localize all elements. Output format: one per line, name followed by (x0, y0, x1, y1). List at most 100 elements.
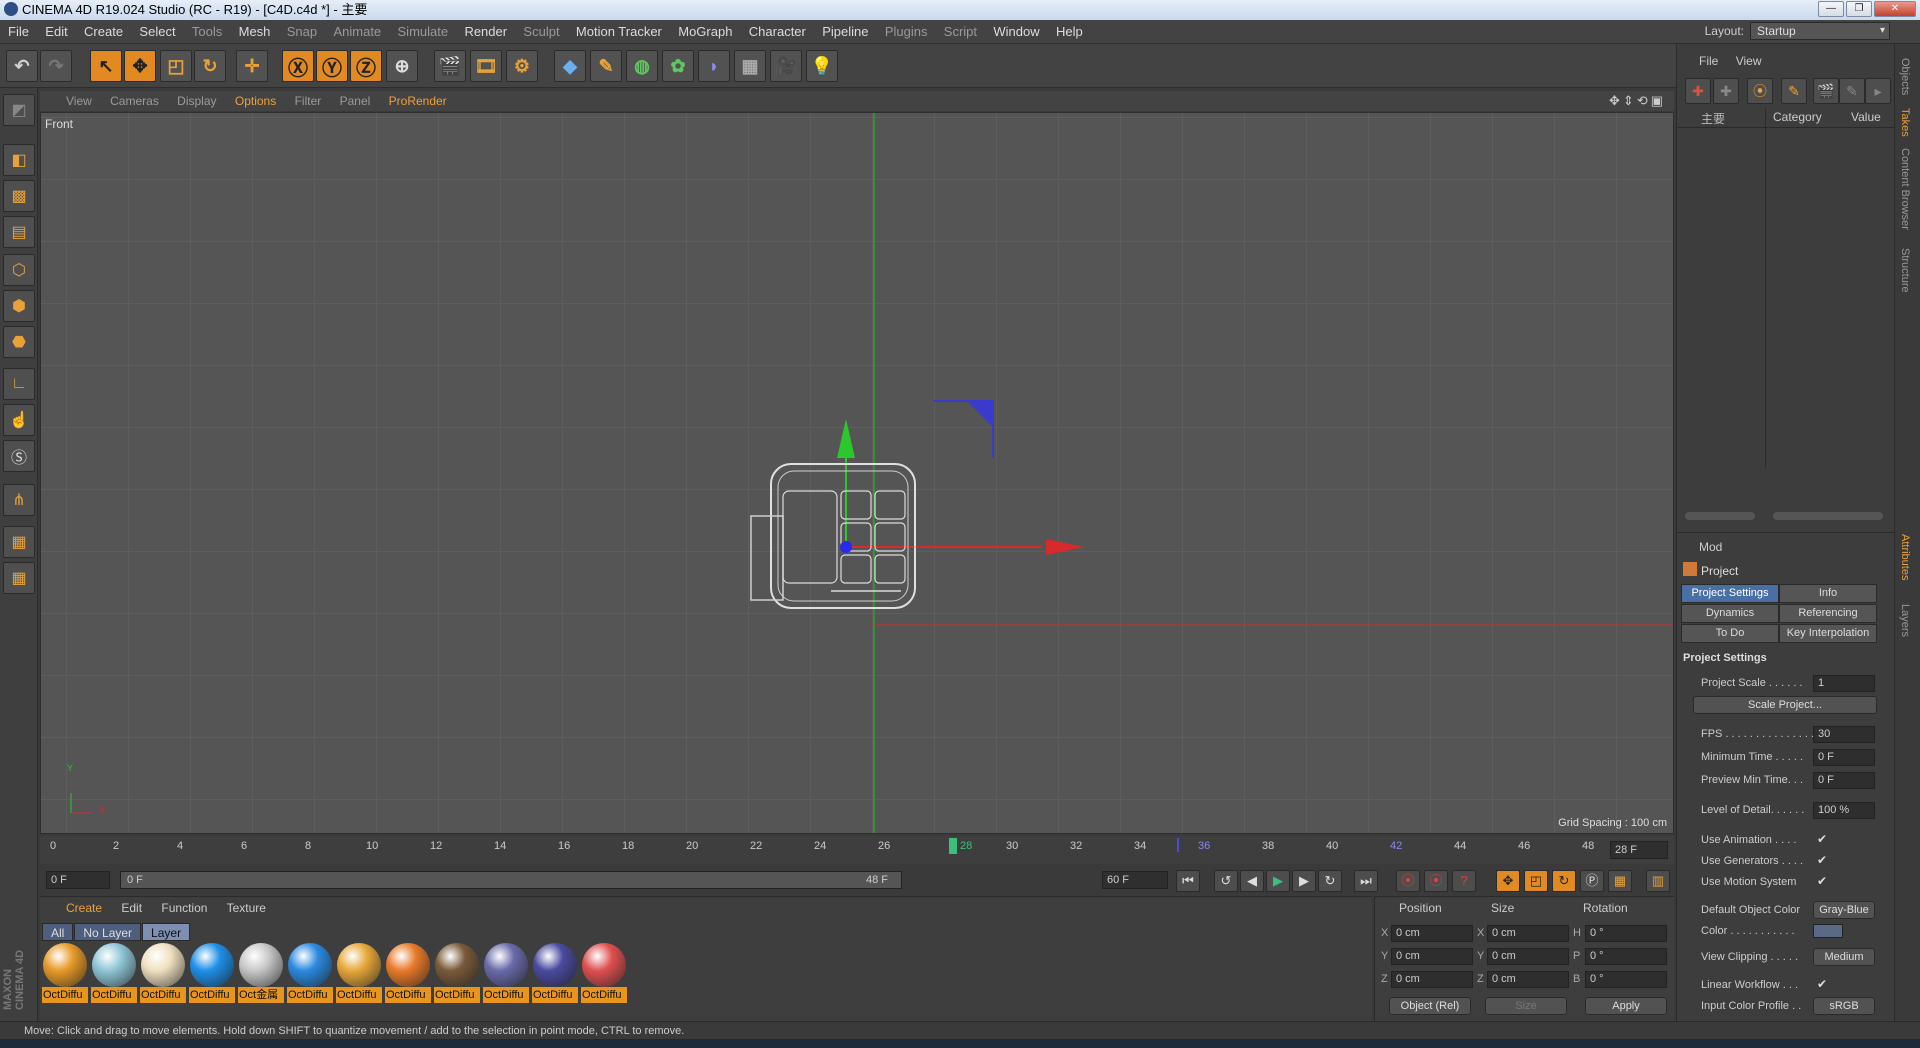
subdivision-surface-icon[interactable]: ◍ (626, 50, 658, 82)
side-tab-structure[interactable]: Structure (1899, 248, 1911, 293)
key-position-icon[interactable]: ✥ (1496, 870, 1520, 892)
render-settings-icon[interactable]: ⚙ (506, 50, 538, 82)
previous-frame-icon[interactable]: ◀ (1240, 870, 1264, 892)
deformer-icon[interactable]: ◗ (698, 50, 730, 82)
menu-pipeline[interactable]: Pipeline (822, 24, 868, 39)
side-tab-takes[interactable]: Takes (1899, 108, 1911, 137)
viewport-nav-icons[interactable]: ✥⇕⟲▣ (1609, 93, 1666, 109)
vp-menu-panel[interactable]: Panel (340, 94, 371, 108)
horizontal-scrollbar[interactable] (1773, 512, 1883, 520)
om-menu-file[interactable]: File (1699, 54, 1718, 68)
material-swatch[interactable]: Oct金属 (238, 943, 284, 1005)
vp-menu-view[interactable]: View (66, 94, 92, 108)
view-clipping-dropdown[interactable]: Medium (1813, 948, 1875, 966)
preview-min-time-field[interactable]: 0 F (1813, 772, 1875, 789)
snap-icon[interactable]: ⋔ (3, 484, 35, 516)
mat-tab-all[interactable]: All (42, 923, 74, 941)
scale-tool-icon[interactable]: ◰ (160, 50, 192, 82)
material-swatch[interactable]: OctDiffu (532, 943, 578, 1005)
auto-take-icon[interactable]: ⦿ (1747, 78, 1773, 104)
minimize-button[interactable]: — (1818, 1, 1844, 17)
y-axis-icon[interactable]: Ⓨ (316, 50, 348, 82)
coordinate-mode-dropdown[interactable]: Object (Rel) (1389, 997, 1471, 1015)
take-main-item[interactable]: 主要 (1701, 110, 1725, 127)
autokey-icon[interactable]: ⦿ (1424, 870, 1448, 892)
menu-render[interactable]: Render (464, 24, 507, 39)
material-swatch[interactable]: OctDiffu (287, 943, 333, 1005)
tab-info[interactable]: Info (1779, 584, 1877, 603)
film-icon[interactable]: 🎬 (1813, 78, 1839, 104)
model-mode-icon[interactable]: ◧ (3, 144, 35, 176)
material-swatch[interactable]: OctDiffu (336, 943, 382, 1005)
key-scale-icon[interactable]: ◰ (1524, 870, 1548, 892)
horizontal-scrollbar[interactable] (1685, 512, 1755, 520)
polygons-mode-icon[interactable]: ⬣ (3, 326, 35, 358)
attr-mode-menu[interactable]: Mod (1699, 540, 1722, 554)
frame-range-slider[interactable]: 0 F 48 F (120, 871, 902, 889)
menu-create[interactable]: Create (84, 24, 123, 39)
menu-character[interactable]: Character (749, 24, 806, 39)
color-swatch[interactable] (1813, 924, 1843, 938)
redo-icon[interactable]: ↷ (40, 50, 72, 82)
add-tool-icon[interactable]: ✛ (236, 50, 268, 82)
material-swatch[interactable]: OctDiffu (42, 943, 88, 1005)
cloner-icon[interactable]: ✿ (662, 50, 694, 82)
size-x-field[interactable]: 0 cm (1487, 925, 1569, 942)
camera-icon[interactable]: 🎥 (770, 50, 802, 82)
fps-field[interactable]: 30 (1813, 726, 1875, 743)
apply-button[interactable]: Apply (1585, 997, 1667, 1015)
tab-key-interpolation[interactable]: Key Interpolation (1779, 624, 1877, 643)
take-add-icon[interactable]: ✚ (1685, 78, 1711, 104)
live-selection-icon[interactable]: ↖ (90, 50, 122, 82)
axis-mode-icon[interactable]: ∟ (3, 368, 35, 400)
minimum-time-field[interactable]: 0 F (1813, 749, 1875, 766)
project-scale-field[interactable]: 1 (1813, 675, 1875, 692)
timeline-ruler[interactable]: 0 2 4 6 8 10 12 14 16 18 20 22 24 26 28 … (40, 836, 1674, 864)
menu-mograph[interactable]: MoGraph (678, 24, 732, 39)
next-key-icon[interactable]: ↻ (1318, 870, 1342, 892)
material-swatch[interactable]: OctDiffu (434, 943, 480, 1005)
mat-menu-function[interactable]: Function (161, 901, 207, 915)
go-to-start-icon[interactable]: ⏮ (1176, 870, 1200, 892)
coordinate-system-icon[interactable]: ⊕ (386, 50, 418, 82)
render-view-icon[interactable]: 🎬 (434, 50, 466, 82)
menu-tools[interactable]: Tools (192, 24, 222, 39)
scale-project-button[interactable]: Scale Project... (1693, 696, 1877, 714)
material-swatch[interactable]: OctDiffu (581, 943, 627, 1005)
points-mode-icon[interactable]: ⬡ (3, 254, 35, 286)
linear-workflow-checkbox[interactable]: ✔ (1817, 977, 1827, 991)
use-animation-checkbox[interactable]: ✔ (1817, 832, 1827, 846)
tab-project-settings[interactable]: Project Settings (1681, 584, 1779, 603)
menu-animate[interactable]: Animate (333, 24, 381, 39)
edges-mode-icon[interactable]: ⬢ (3, 290, 35, 322)
menu-plugins[interactable]: Plugins (885, 24, 928, 39)
x-axis-icon[interactable]: Ⓧ (282, 50, 314, 82)
undo-icon[interactable]: ↶ (6, 50, 38, 82)
more-icon[interactable]: ▸ (1865, 78, 1891, 104)
next-frame-icon[interactable]: ▶ (1292, 870, 1316, 892)
tweak-icon[interactable]: ☝ (3, 404, 35, 436)
material-swatch[interactable]: OctDiffu (91, 943, 137, 1005)
vp-menu-prorender[interactable]: ProRender (389, 94, 447, 108)
current-frame-field[interactable]: 28 F (1610, 841, 1668, 859)
mat-menu-edit[interactable]: Edit (121, 901, 142, 915)
playhead-marker[interactable] (949, 838, 957, 854)
size-z-field[interactable]: 0 cm (1487, 971, 1569, 988)
render-picture-viewer-icon[interactable]: 🎞 (470, 50, 502, 82)
menu-sculpt[interactable]: Sculpt (523, 24, 559, 39)
z-axis-icon[interactable]: Ⓩ (350, 50, 382, 82)
floor-icon[interactable]: ▦ (734, 50, 766, 82)
material-swatch[interactable]: OctDiffu (385, 943, 431, 1005)
previous-key-icon[interactable]: ↺ (1214, 870, 1238, 892)
take-clone-icon[interactable]: ✚ (1713, 78, 1739, 104)
solo-icon[interactable]: Ⓢ (3, 440, 35, 472)
menu-simulate[interactable]: Simulate (398, 24, 449, 39)
rotate-tool-icon[interactable]: ↻ (194, 50, 226, 82)
move-tool-icon[interactable]: ✥ (124, 50, 156, 82)
tab-to-do[interactable]: To Do (1681, 624, 1779, 643)
key-parameter-icon[interactable]: Ⓟ (1580, 870, 1604, 892)
key-pla-icon[interactable]: ▦ (1608, 870, 1632, 892)
use-generators-checkbox[interactable]: ✔ (1817, 853, 1827, 867)
play-icon[interactable]: ▶ (1266, 870, 1290, 892)
mat-menu-create[interactable]: Create (66, 901, 102, 915)
